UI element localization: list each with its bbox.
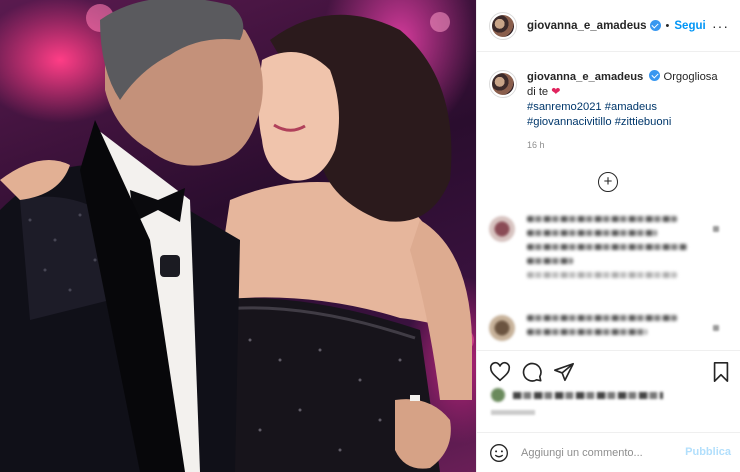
- header-username[interactable]: giovanna_e_amadeus: [527, 20, 647, 32]
- post-date-blurred: [491, 410, 535, 415]
- caption-timestamp[interactable]: 16 h: [527, 138, 727, 153]
- verified-badge-icon: [649, 20, 661, 31]
- load-more-comments-button[interactable]: +: [598, 172, 618, 192]
- header-avatar[interactable]: [489, 11, 517, 40]
- hashtag[interactable]: #amadeus: [605, 101, 657, 113]
- comment-input[interactable]: [521, 446, 671, 459]
- add-comment-bar: Pubblica: [477, 432, 740, 472]
- comment-like-icon[interactable]: [713, 325, 719, 331]
- comment-text-blurred: [527, 315, 677, 343]
- caption-avatar[interactable]: [489, 70, 517, 98]
- comment-item: [489, 315, 729, 343]
- publish-button[interactable]: Pubblica: [685, 446, 731, 458]
- follow-button[interactable]: Segui: [674, 20, 705, 32]
- comment-item: [489, 216, 729, 286]
- bookmark-icon[interactable]: [711, 361, 731, 383]
- likes-summary-blurred[interactable]: [491, 388, 663, 402]
- action-bar: [477, 350, 740, 390]
- comment-avatar[interactable]: [489, 216, 515, 242]
- comment-avatar[interactable]: [489, 315, 515, 341]
- post-photo[interactable]: [0, 0, 476, 472]
- hashtag[interactable]: #giovannacivitillo: [527, 116, 612, 128]
- post-side-panel: giovanna_e_amadeus • Segui ··· giovanna_…: [476, 0, 740, 472]
- caption-username[interactable]: giovanna_e_amadeus: [527, 71, 643, 83]
- caption-text-block: giovanna_e_amadeus Orgogliosa di te ❤ #s…: [527, 70, 727, 153]
- post-photo-illustration: [0, 0, 474, 472]
- share-icon[interactable]: [553, 361, 575, 383]
- heart-icon[interactable]: [489, 361, 511, 383]
- hashtag[interactable]: #zittiebuoni: [615, 116, 672, 128]
- caption-heart-emoji: ❤: [551, 86, 561, 98]
- post-caption: giovanna_e_amadeus Orgogliosa di te ❤ #s…: [489, 70, 729, 153]
- more-icon[interactable]: ···: [712, 18, 729, 34]
- emoji-icon[interactable]: [489, 443, 509, 463]
- instagram-post-window: giovanna_e_amadeus • Segui ··· giovanna_…: [0, 0, 740, 472]
- hashtag[interactable]: #sanremo2021: [527, 101, 602, 113]
- comment-icon[interactable]: [521, 361, 543, 383]
- header-separator: •: [665, 19, 670, 32]
- comment-like-icon[interactable]: [713, 226, 719, 232]
- comment-text-blurred: [527, 216, 687, 286]
- post-header: giovanna_e_amadeus • Segui ···: [477, 0, 740, 52]
- caption-verified-badge-icon: [649, 70, 661, 81]
